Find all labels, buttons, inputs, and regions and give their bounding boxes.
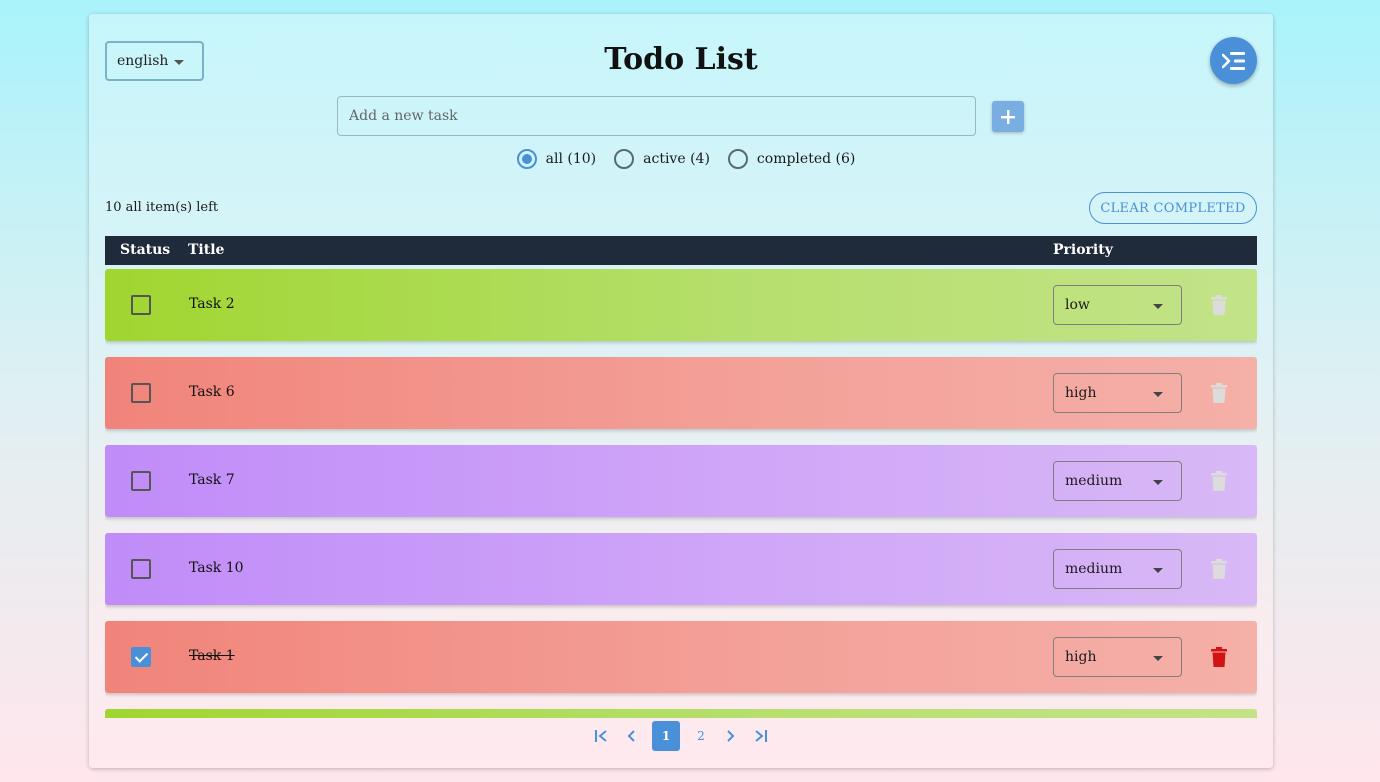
priority-value: low (1065, 297, 1090, 313)
page-2-button[interactable]: 2 (692, 721, 710, 751)
pagination: 1 2 (89, 721, 1273, 751)
last-page-icon (755, 730, 767, 742)
priority-select[interactable]: high (1053, 637, 1182, 677)
chevron-right-icon (727, 730, 735, 742)
task-checkbox[interactable] (131, 559, 151, 579)
task-title: Task 6 (189, 384, 235, 400)
task-title: Task 1 (189, 648, 235, 664)
task-title: Task 7 (189, 472, 235, 488)
first-page-button[interactable] (592, 721, 610, 751)
priority-value: high (1065, 385, 1097, 401)
plus-icon (1001, 109, 1015, 124)
filter-active-label: active (4) (643, 151, 710, 167)
radio-all[interactable] (516, 149, 537, 169)
task-checkbox[interactable] (131, 647, 151, 667)
chevron-down-icon (1153, 304, 1163, 309)
filter-group: all (10) active (4) completed (6) (89, 149, 1273, 169)
priority-select[interactable]: high (1053, 373, 1182, 413)
task-title: Task 10 (189, 560, 244, 576)
task-row: Task 7 medium (105, 445, 1257, 517)
task-checkbox[interactable] (131, 383, 151, 403)
column-status: Status (120, 242, 171, 258)
page-title: Todo List (604, 42, 758, 77)
menu-button[interactable] (1210, 37, 1257, 84)
items-left-count: 10 all item(s) left (105, 200, 219, 215)
task-row: Task 2 low (105, 269, 1257, 341)
radio-completed[interactable] (727, 149, 748, 169)
priority-select[interactable]: medium (1053, 549, 1182, 589)
todo-card: english Todo List all (10) active (4) co… (89, 14, 1273, 768)
priority-value: high (1065, 649, 1097, 665)
chevron-down-icon (1153, 480, 1163, 485)
chevron-down-icon (1153, 656, 1163, 661)
trash-icon[interactable] (1211, 647, 1227, 667)
new-task-input[interactable] (337, 96, 976, 136)
menu-indent-icon (1221, 51, 1245, 70)
clear-completed-button[interactable]: CLEAR COMPLETED (1089, 192, 1257, 224)
trash-icon[interactable] (1211, 383, 1227, 403)
task-title: Task 2 (189, 296, 235, 312)
column-title: Title (188, 242, 225, 258)
trash-icon[interactable] (1211, 471, 1227, 491)
trash-icon[interactable] (1211, 559, 1227, 579)
task-checkbox[interactable] (131, 295, 151, 315)
task-row: Task 6 high (105, 357, 1257, 429)
chevron-left-icon (627, 730, 635, 742)
chevron-down-icon (1153, 392, 1163, 397)
last-page-button[interactable] (752, 721, 770, 751)
next-page-button[interactable] (722, 721, 740, 751)
priority-select[interactable]: low (1053, 285, 1182, 325)
filter-completed-label: completed (6) (756, 151, 856, 167)
trash-icon[interactable] (1211, 295, 1227, 315)
task-row: Task 10 medium (105, 533, 1257, 605)
column-priority: Priority (1053, 242, 1113, 258)
page-1-button[interactable]: 1 (652, 721, 680, 751)
task-row: Task 1 high (105, 621, 1257, 693)
priority-value: medium (1065, 473, 1123, 489)
filter-completed[interactable]: completed (6) (727, 149, 856, 169)
filter-all-label: all (10) (545, 151, 597, 167)
priority-select[interactable]: medium (1053, 461, 1182, 501)
add-task-button[interactable] (992, 101, 1024, 132)
first-page-icon (595, 730, 607, 742)
priority-value: medium (1065, 561, 1123, 577)
task-list: Task 2 low Task 6 high Task 7 medium Tas… (105, 269, 1257, 718)
filter-active[interactable]: active (4) (614, 149, 710, 169)
prev-page-button[interactable] (622, 721, 640, 751)
table-header: Status Title Priority (105, 236, 1257, 265)
task-row (105, 709, 1257, 718)
radio-active[interactable] (614, 149, 635, 169)
filter-all[interactable]: all (10) (516, 149, 597, 169)
task-checkbox[interactable] (131, 471, 151, 491)
chevron-down-icon (1153, 568, 1163, 573)
